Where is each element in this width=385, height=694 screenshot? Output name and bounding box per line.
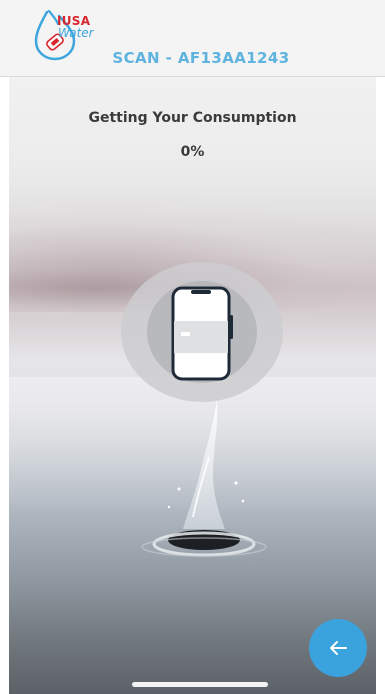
background-scene: Getting Your Consumption 0% [9, 77, 376, 694]
progress-percentage: 0% [180, 144, 205, 160]
back-button[interactable] [309, 619, 367, 677]
home-indicator[interactable] [132, 682, 268, 687]
phone-scan-icon [171, 286, 233, 381]
arrow-left-icon [330, 641, 347, 655]
scan-title: SCAN - AF13AA1243 [112, 49, 290, 67]
status-title: Getting Your Consumption [88, 110, 297, 126]
water-splash-graphic [141, 399, 267, 557]
brand-subtitle: Water [58, 26, 94, 40]
app-header: IUSA Water SCAN - AF13AA1243 [0, 0, 385, 77]
